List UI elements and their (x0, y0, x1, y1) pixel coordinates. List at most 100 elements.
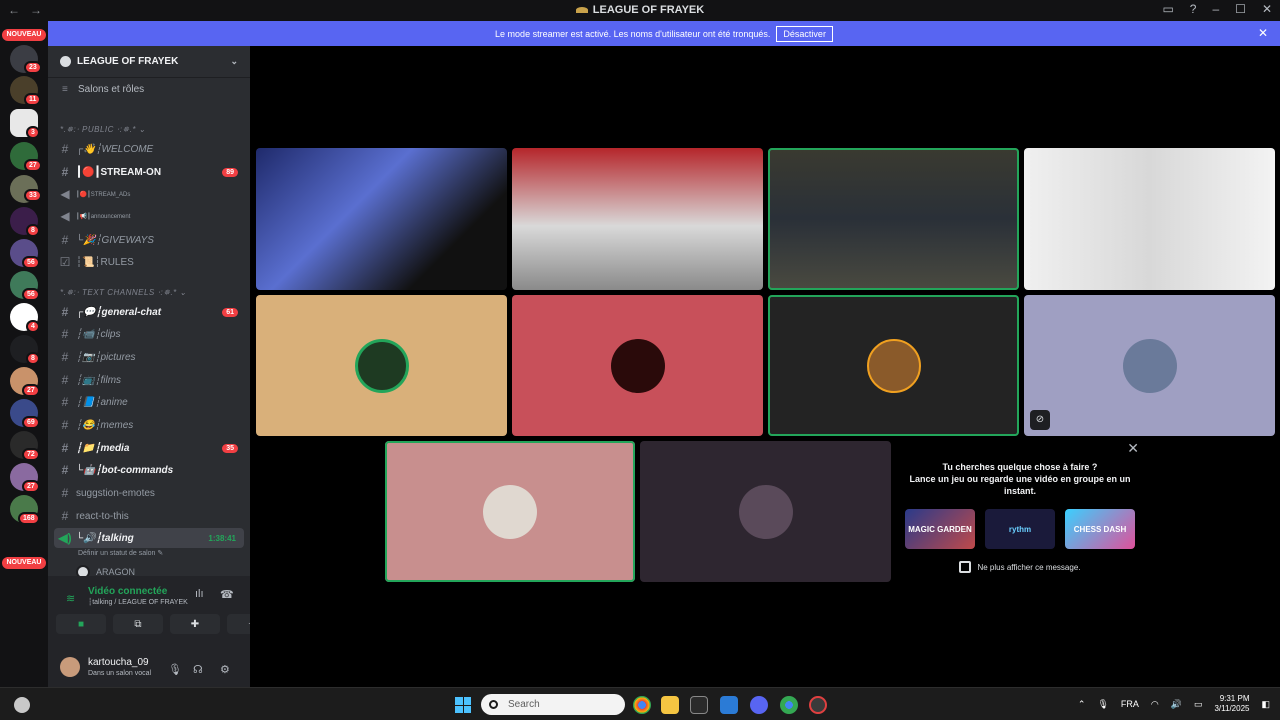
unread-badge: 168 (18, 512, 40, 525)
chrome-icon[interactable] (780, 696, 798, 714)
channels-and-roles[interactable]: ≡ Salons et rôles (62, 84, 144, 95)
avatar-tile[interactable] (768, 295, 1019, 436)
streamer-mode-banner: Le mode streamer est activé. Les noms d'… (48, 21, 1280, 46)
unread-badge: 27 (24, 159, 42, 172)
inbox-icon[interactable]: ▭ (1162, 2, 1173, 16)
noise-suppression-icon[interactable]: ılı (195, 588, 204, 600)
channel-item[interactable]: # ┆😂┆memes (54, 415, 244, 435)
server-header[interactable]: LEAGUE OF FRAYEK ⌄ (48, 46, 250, 78)
disable-streamer-button[interactable]: Désactiver (776, 25, 833, 42)
screen-share-button[interactable]: ⧉ (113, 614, 163, 634)
disconnect-icon[interactable]: ☎ (220, 588, 234, 601)
window-controls: ▭ ? – ☐ ✕ (1162, 2, 1272, 16)
settings-gear-icon[interactable]: ⚙ (220, 663, 230, 676)
voice-channel-talking[interactable]: ◀) └🔊┆talking 1:38:41 (54, 528, 244, 548)
unread-badge: 8 (26, 352, 40, 365)
chrome-icon[interactable] (633, 696, 651, 714)
help-icon[interactable]: ? (1190, 2, 1197, 16)
widgets-icon[interactable] (14, 697, 30, 713)
channel-sidebar: LEAGUE OF FRAYEK ⌄ ≡ Salons et rôles *.✵:… (48, 46, 277, 687)
avatar (1122, 338, 1177, 393)
activities-button[interactable]: ✚ (170, 614, 220, 634)
mention-badge: 35 (222, 443, 238, 453)
window-titlebar: ← → LEAGUE OF FRAYEK ▭ ? – ☐ ✕ (0, 0, 1280, 21)
game-chess-dash[interactable]: CHESS DASH (1065, 509, 1135, 549)
banner-text: Le mode streamer est activé. Les noms d'… (495, 28, 771, 39)
activity-title-1: Tu cherches quelque chose à faire ? (942, 462, 1098, 472)
video-tile[interactable] (768, 148, 1019, 290)
clock[interactable]: 9:31 PM 3/11/2025 (1214, 694, 1249, 714)
dont-show-again[interactable]: Ne plus afficher ce message. (895, 561, 1145, 573)
file-explorer-icon[interactable] (661, 696, 679, 714)
hash-icon: # (61, 165, 69, 179)
chevron-up-icon[interactable]: ⌃ (1078, 699, 1086, 710)
window-title: LEAGUE OF FRAYEK (0, 4, 1280, 16)
channel-item[interactable]: # └🎉┆GIVEWAYS (54, 230, 244, 250)
signal-icon[interactable]: ≋ (66, 592, 75, 605)
category-text-channels[interactable]: *.✵:‧ TEXT CHANNELS ‧:✵.* ⌄ (60, 288, 187, 297)
mention-badge: 89 (222, 167, 238, 177)
category-public[interactable]: *.✵:‧ PUBLIC ‧:✵.* ⌄ (60, 125, 146, 134)
video-tile[interactable] (1024, 148, 1275, 290)
channel-item[interactable]: # └🤖┆bot-commands (54, 460, 244, 480)
avatar[interactable] (60, 657, 80, 677)
channel-item[interactable]: # ┃🔴┃STREAM-ON 89 (54, 162, 244, 182)
channel-item[interactable]: ◀ ┃🔴┃STREAM_ADs (54, 184, 244, 204)
notifications-icon[interactable]: ◧ (1261, 699, 1270, 710)
camera-button[interactable]: ■ (56, 614, 106, 634)
channel-item[interactable]: # ┆📘┆anime (54, 392, 244, 412)
video-tile[interactable] (256, 148, 507, 290)
store-icon[interactable] (690, 696, 708, 714)
minimize-button[interactable]: – (1212, 2, 1219, 16)
start-button[interactable] (455, 697, 471, 713)
avatar-tile[interactable] (640, 441, 891, 582)
channel-item[interactable]: # ┆📹┆clips (54, 324, 244, 344)
microphone-icon[interactable]: 🎙 (168, 663, 182, 676)
discord-icon[interactable] (750, 696, 768, 714)
video-tile[interactable] (512, 148, 763, 290)
unread-badge: 3 (26, 126, 40, 139)
channel-item[interactable]: # suggstion-emotes (54, 483, 244, 503)
mail-icon[interactable] (720, 696, 738, 714)
avatar-tile[interactable] (512, 295, 763, 436)
set-channel-status[interactable]: Définir un statut de salon ✎ (78, 549, 163, 557)
mention-badge: 61 (222, 307, 238, 317)
hash-icon: # (61, 373, 69, 387)
channel-item[interactable]: # ┆📁┆media 35 (54, 438, 244, 458)
avatar-tile[interactable] (385, 441, 635, 582)
checkbox[interactable] (959, 561, 972, 573)
avatar-tile[interactable]: ⊘ (1024, 295, 1275, 436)
wifi-icon[interactable]: ◠ (1151, 699, 1159, 710)
maximize-button[interactable]: ☐ (1235, 2, 1246, 16)
user-panel: kartoucha_09 Dans un salon vocal 🎙 ☊ ⚙ (48, 645, 250, 687)
voice-status-subtitle[interactable]: ┆talking / LEAGUE OF FRAYEK (88, 598, 188, 606)
channel-item[interactable]: # ┆📷┆pictures (54, 347, 244, 367)
channel-item[interactable]: # react-to-this (54, 506, 244, 526)
unread-badge: 11 (24, 93, 42, 106)
battery-icon[interactable]: ▭ (1194, 699, 1203, 710)
avatar-tile[interactable] (256, 295, 507, 436)
channel-item[interactable]: ◀ ┃📢┃announcement (54, 206, 244, 226)
channel-item[interactable]: # ┌👋┆WELCOME (54, 139, 244, 159)
server-list: NOUVEAU 23 11 3 27 33 8 56 56 4 8 27 69 … (0, 21, 48, 687)
megaphone-icon: ◀ (60, 209, 70, 223)
game-rythm[interactable]: rythm (985, 509, 1055, 549)
unread-badge: 23 (24, 61, 42, 74)
close-icon[interactable]: ✕ (1127, 440, 1139, 457)
volume-icon[interactable]: 🔊 (1171, 699, 1182, 710)
speaker-icon: ◀) (58, 531, 72, 545)
activities-icon: ✚ (190, 618, 200, 630)
new-badge: NOUVEAU (2, 29, 46, 41)
channel-item[interactable]: # ┌💬┆general-chat 61 (54, 302, 244, 322)
channel-item[interactable]: ☑ ┆📜┆RULES (54, 252, 244, 272)
language-indicator[interactable]: FRA (1121, 699, 1139, 709)
hash-icon: # (61, 305, 69, 319)
app-icon[interactable] (809, 696, 827, 714)
microphone-icon[interactable]: 🎙 (1097, 699, 1108, 710)
close-window-button[interactable]: ✕ (1262, 2, 1272, 16)
headphones-icon[interactable]: ☊ (193, 663, 203, 676)
channel-item[interactable]: # ┆📺┆films (54, 370, 244, 390)
close-banner-icon[interactable]: ✕ (1258, 26, 1268, 40)
game-magic-garden[interactable]: MAGIC GARDEN (905, 509, 975, 549)
taskbar-search[interactable]: Search (481, 694, 625, 715)
